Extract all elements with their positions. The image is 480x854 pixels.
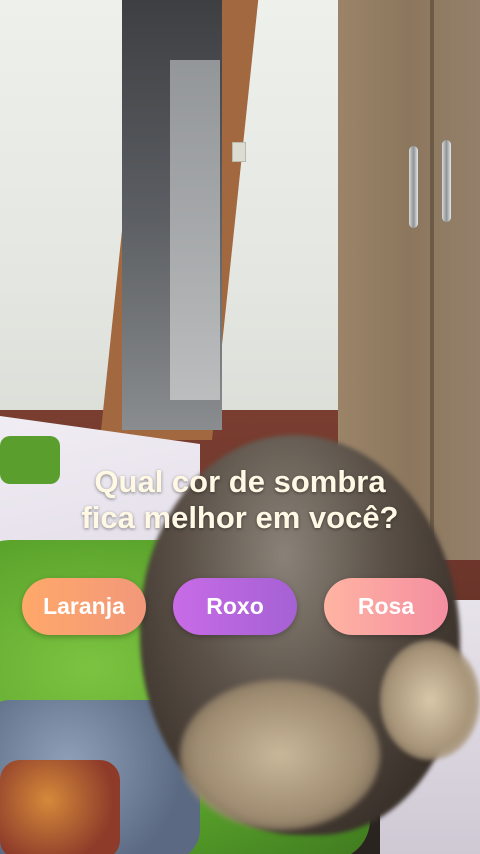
dog-fur	[180, 680, 380, 830]
wardrobe-handle-right	[442, 140, 451, 222]
option-laranja-button[interactable]: Laranja	[22, 578, 146, 635]
printed-blanket	[0, 760, 120, 854]
dog-tail	[380, 640, 480, 760]
wardrobe-handle-left	[409, 146, 418, 228]
quiz-question-line1: Qual cor de sombra	[94, 464, 386, 499]
doorway-light	[170, 60, 220, 400]
option-roxo-button[interactable]: Roxo	[173, 578, 297, 635]
quiz-question-line2: fica melhor em você?	[81, 500, 399, 535]
background-photo	[0, 0, 480, 854]
quiz-question: Qual cor de sombra fica melhor em você?	[0, 464, 480, 536]
wardrobe-door-split	[430, 0, 434, 540]
light-switch	[232, 142, 246, 162]
option-rosa-button[interactable]: Rosa	[324, 578, 448, 635]
